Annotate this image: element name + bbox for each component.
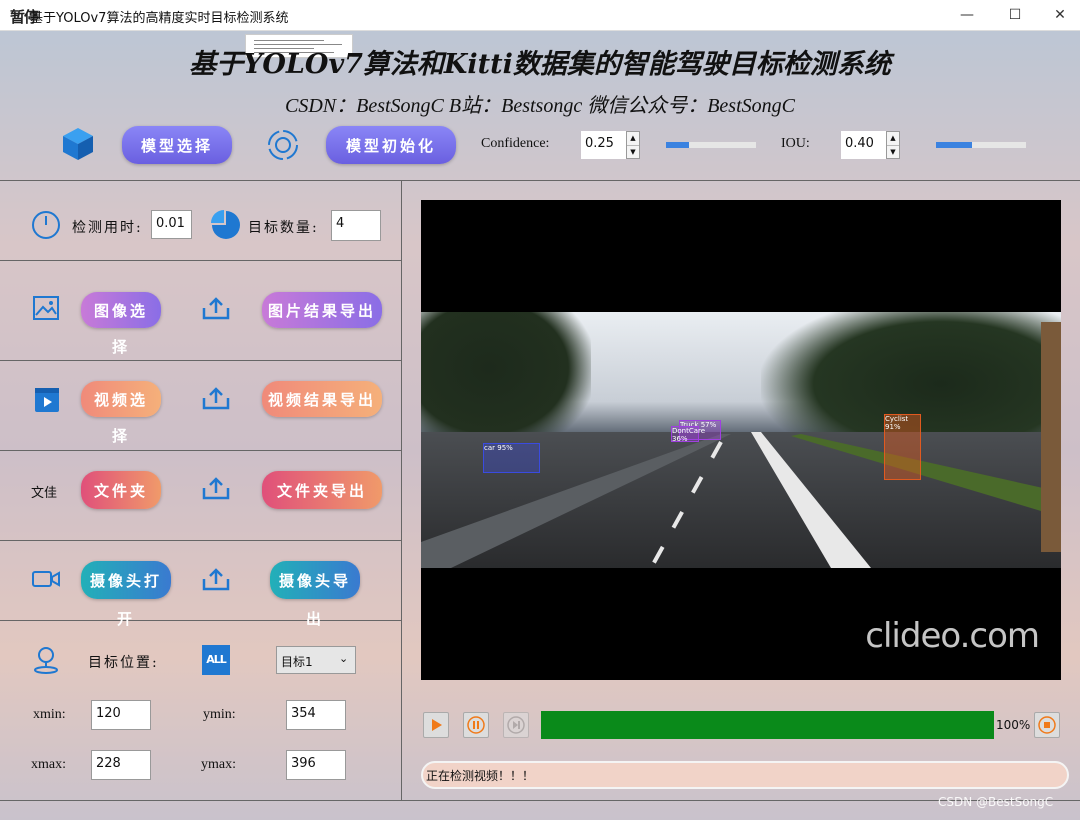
iou-label: IOU: (781, 136, 810, 151)
divider (0, 620, 401, 621)
detection-box: DontCare 36% (671, 426, 705, 443)
divider (0, 260, 401, 261)
play-button[interactable] (423, 712, 449, 738)
image-icon (33, 296, 59, 320)
image-select-button[interactable]: 图像选择 (81, 292, 161, 356)
video-select-button[interactable]: 视频选择 (81, 381, 161, 445)
timer-icon (32, 211, 60, 239)
divider (0, 360, 401, 361)
stop-button[interactable] (1034, 712, 1060, 738)
confidence-input[interactable]: 0.25 (581, 131, 627, 159)
footer-credit: CSDN @BestSongC (938, 795, 1054, 809)
window-titlebar: 暂停 基于YOLOv7算法的高精度实时目标检测系统 — ☐ ✕ (0, 0, 1080, 31)
settings-target-icon (268, 130, 298, 160)
xmin-value: 120 (91, 700, 151, 730)
pie-chart-icon (211, 210, 240, 239)
iou-spinner[interactable]: ▲ ▼ (886, 131, 900, 159)
skip-icon (507, 716, 525, 734)
camera-open-button[interactable]: 摄像头打开 (81, 561, 171, 628)
maximize-button[interactable]: ☐ (992, 0, 1038, 30)
video-watermark: clideo.com (865, 616, 1040, 656)
divider (0, 450, 401, 451)
model-init-button[interactable]: 模型初始化 (326, 126, 456, 164)
skip-button[interactable] (503, 712, 529, 738)
ymin-label: ymin: (203, 707, 236, 722)
video-display: car 95% Truck 57% DontCare 36% Cyclist 9… (421, 200, 1061, 680)
xmin-label: xmin: (33, 707, 66, 722)
divider (0, 180, 1080, 181)
target-select-value: 目标1 (281, 655, 313, 669)
confidence-slider-fill (666, 142, 689, 148)
progress-fill (541, 711, 994, 739)
cube-icon (63, 128, 93, 160)
confidence-label: Confidence: (481, 136, 550, 151)
divider (0, 800, 1080, 801)
play-icon (432, 719, 442, 731)
confidence-slider[interactable] (666, 142, 756, 148)
detection-label: car 95% (484, 444, 513, 452)
ymax-value: 396 (286, 750, 346, 780)
upload-icon[interactable] (200, 476, 232, 502)
divider (0, 540, 401, 541)
target-position-label: 目标位置: (88, 655, 159, 671)
count-value: 4 (331, 210, 381, 241)
folder-export-button[interactable]: 文件夹导出 (262, 471, 382, 509)
video-file-icon (35, 388, 59, 412)
time-label: 检测用时: (72, 220, 143, 236)
status-text: 正在检测视频！！！ (426, 769, 535, 783)
image-export-button[interactable]: 图片结果导出 (262, 292, 382, 328)
progress-percent: 100% (996, 718, 1031, 732)
confidence-spinner[interactable]: ▲ ▼ (626, 131, 640, 159)
window-title: 基于YOLOv7算法的高精度实时目标检测系统 (30, 11, 289, 26)
iou-input[interactable]: 0.40 (841, 131, 887, 159)
page-subtitle: CSDN：BestSongC B站：Bestsongc 微信公众号：BestSo… (285, 95, 795, 117)
xmax-value: 228 (91, 750, 151, 780)
iou-slider-fill (936, 142, 972, 148)
detection-box: Cyclist 91% (884, 414, 921, 480)
ymax-label: ymax: (201, 757, 236, 772)
location-pin-icon (34, 647, 58, 674)
target-select[interactable]: 目标1 ⌄ (276, 646, 356, 674)
video-export-button[interactable]: 视频结果导出 (262, 381, 382, 417)
iou-slider[interactable] (936, 142, 1026, 148)
divider (401, 180, 402, 800)
folder-select-button[interactable]: 文件夹 (81, 471, 161, 509)
all-targets-icon[interactable]: ALL (202, 645, 230, 675)
stop-icon (1038, 716, 1056, 734)
chevron-down-icon: ⌄ (339, 652, 349, 665)
page-title: 基于YOLOv7算法和Kitti数据集的智能驾驶目标检测系统 (189, 49, 891, 80)
pause-icon (467, 716, 485, 734)
upload-icon[interactable] (200, 386, 232, 412)
ymin-value: 354 (286, 700, 346, 730)
detection-label: Cyclist 91% (885, 415, 909, 431)
video-frame: car 95% Truck 57% DontCare 36% Cyclist 9… (421, 312, 1061, 568)
camera-icon (32, 571, 60, 587)
road-markings (421, 322, 1061, 568)
model-select-button[interactable]: 模型选择 (122, 126, 232, 164)
count-label: 目标数量: (248, 220, 319, 236)
time-value: 0.01 (151, 210, 192, 239)
minimize-button[interactable]: — (944, 0, 990, 30)
close-button[interactable]: ✕ (1037, 0, 1080, 30)
upload-icon[interactable] (200, 296, 232, 322)
detection-box: car 95% (483, 443, 540, 473)
pause-button[interactable] (463, 712, 489, 738)
progress-bar (541, 711, 994, 739)
folder-icon: 文佳 (31, 486, 58, 501)
xmax-label: xmax: (31, 757, 66, 772)
camera-export-button[interactable]: 摄像头导出 (270, 561, 360, 628)
upload-icon[interactable] (200, 567, 232, 593)
